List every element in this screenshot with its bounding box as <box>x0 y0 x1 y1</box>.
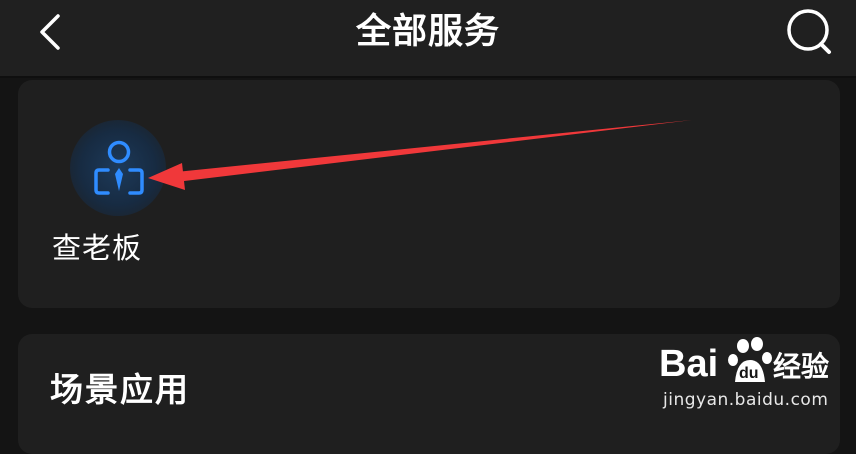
baidu-jingyan-watermark: Bai du 经验 jingyan.baidu.com <box>655 330 855 426</box>
baidu-logo-text-bai: Bai <box>659 343 718 385</box>
watermark-url: jingyan.baidu.com <box>663 390 829 410</box>
svg-text:du: du <box>739 365 759 382</box>
baidu-logo: Bai du 经验 <box>659 337 829 385</box>
service-item-label: 查老板 <box>52 231 143 265</box>
service-item-cha-laoban[interactable]: 查老板 <box>48 118 166 268</box>
services-card: 查老板 <box>18 80 840 308</box>
top-bar: 全部服务 <box>0 0 856 78</box>
search-icon <box>787 9 831 54</box>
svg-text:经验: 经验 <box>773 350 829 383</box>
page-title: 全部服务 <box>355 12 500 52</box>
paw-icon: du <box>728 337 772 382</box>
boss-person-icon <box>94 140 144 195</box>
section-title: 场景应用 <box>50 370 190 409</box>
search-button[interactable] <box>782 6 836 58</box>
